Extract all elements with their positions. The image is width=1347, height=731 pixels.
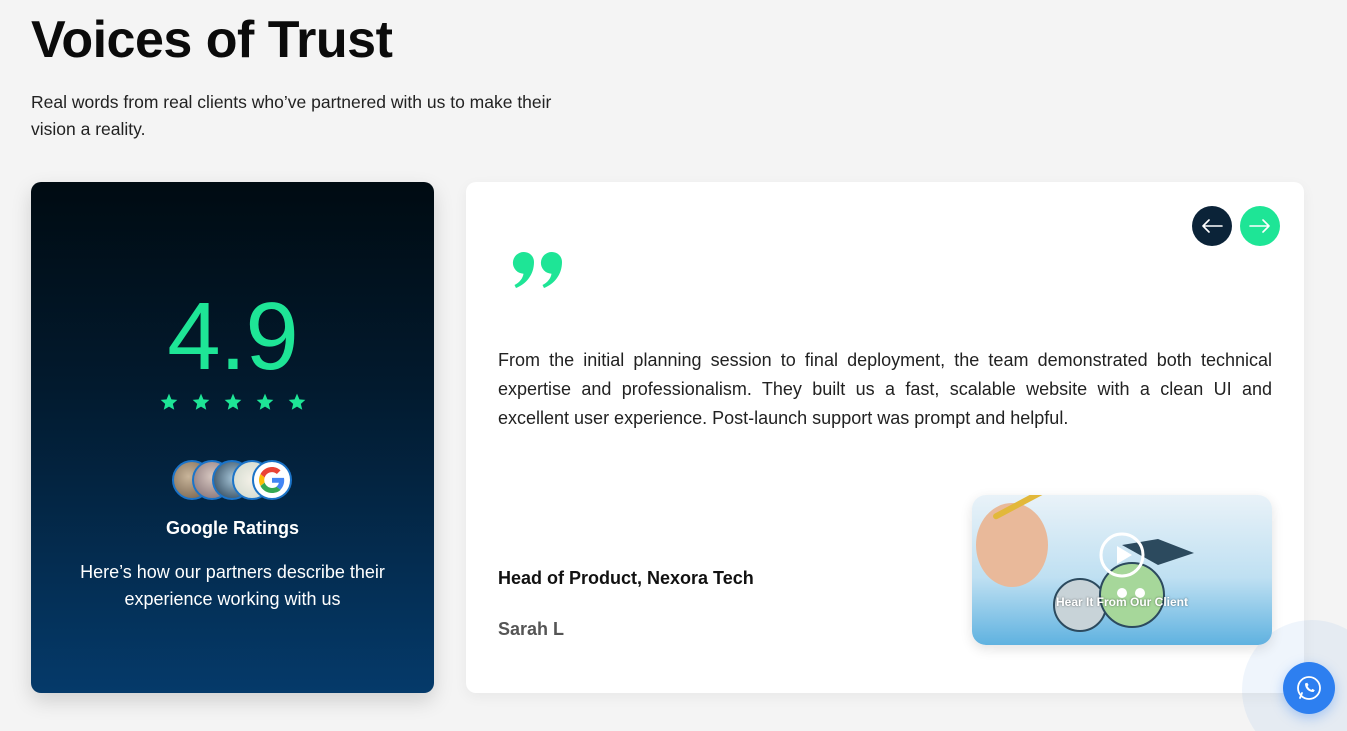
testimonial-quote: From the initial planning session to fin… [498, 350, 1272, 428]
rating-card: 4.9 Google Ratings Here’s how our partne… [31, 182, 434, 693]
star-icon [192, 393, 209, 410]
quote-icon [512, 251, 562, 288]
rating-source-label: Google Ratings [165, 518, 299, 538]
video-caption: Hear It From Our Client [1055, 595, 1189, 609]
prev-button[interactable] [1192, 206, 1232, 246]
whatsapp-icon [1297, 676, 1321, 700]
star-icon [160, 393, 177, 410]
star-icon [256, 393, 273, 410]
whatsapp-button[interactable] [1283, 662, 1335, 714]
rating-description: Here’s how our partners describe their e… [80, 562, 385, 609]
rating-score: 4.9 [167, 283, 298, 390]
play-icon[interactable] [1098, 531, 1146, 579]
page-title: Voices of Trust [31, 11, 393, 69]
author-role: Head of Product, Nexora Tech [498, 568, 754, 588]
star-icon [288, 393, 305, 410]
testimonial-card: From the initial planning session to fin… [466, 182, 1304, 693]
next-button[interactable] [1240, 206, 1280, 246]
page-subtitle: Real words from real clients who’ve part… [31, 92, 552, 139]
google-logo-icon [252, 460, 292, 500]
reviewer-avatars [172, 460, 302, 500]
author-name: Sarah L [498, 619, 565, 639]
arrow-right-icon [1249, 219, 1270, 233]
client-video-thumbnail[interactable]: Hear It From Our Client [972, 495, 1272, 645]
star-icon [224, 393, 241, 410]
rating-stars [31, 392, 434, 412]
arrow-left-icon [1202, 219, 1223, 233]
